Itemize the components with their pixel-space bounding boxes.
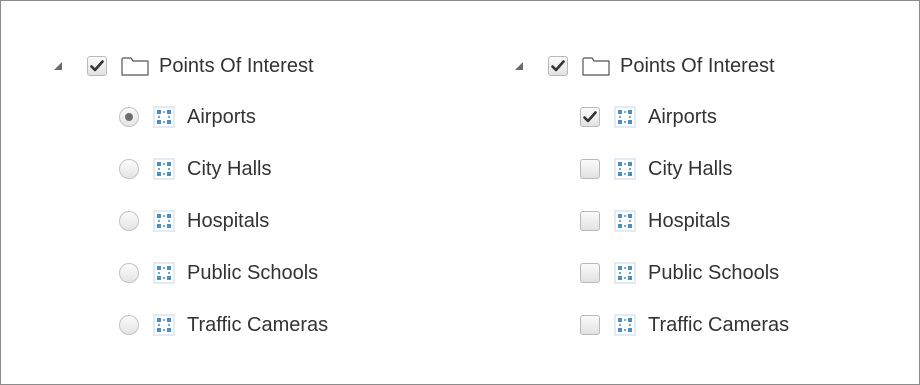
- radio-button[interactable]: [119, 263, 139, 283]
- item-label: City Halls: [187, 158, 272, 180]
- tree-group-points-of-interest: Points Of Interest: [514, 41, 789, 91]
- expanded-triangle-icon[interactable]: [514, 61, 524, 71]
- expanded-triangle-icon[interactable]: [53, 61, 63, 71]
- tree-item-airports[interactable]: Airports: [514, 91, 789, 143]
- item-checkbox[interactable]: [580, 315, 600, 335]
- layer-panel: Points Of Interest Airports City Halls H…: [0, 0, 920, 385]
- tree-item-city-halls[interactable]: City Halls: [53, 143, 328, 195]
- radio-button[interactable]: [119, 211, 139, 231]
- group-label: Points Of Interest: [620, 55, 775, 77]
- tree-item-hospitals[interactable]: Hospitals: [53, 195, 328, 247]
- radio-button[interactable]: [119, 315, 139, 335]
- point-layer-icon: [153, 262, 175, 284]
- tree-group-points-of-interest: Points Of Interest: [53, 41, 328, 91]
- tree-item-airports[interactable]: Airports: [53, 91, 328, 143]
- item-checkbox[interactable]: [580, 211, 600, 231]
- point-layer-icon: [153, 314, 175, 336]
- item-label: Traffic Cameras: [648, 314, 790, 336]
- radio-button[interactable]: [119, 159, 139, 179]
- item-label: Airports: [648, 106, 717, 128]
- item-label: Public Schools: [187, 262, 319, 284]
- radio-button[interactable]: [119, 107, 139, 127]
- point-layer-icon: [614, 106, 636, 128]
- group-checkbox[interactable]: [87, 56, 107, 76]
- item-label: Airports: [187, 106, 256, 128]
- item-checkbox[interactable]: [580, 159, 600, 179]
- tree-item-public-schools[interactable]: Public Schools: [514, 247, 789, 299]
- radio-dot: [125, 113, 133, 121]
- point-layer-icon: [614, 262, 636, 284]
- item-checkbox[interactable]: [580, 107, 600, 127]
- point-layer-icon: [153, 158, 175, 180]
- folder-icon: [121, 56, 149, 76]
- item-label: Hospitals: [648, 210, 731, 232]
- layer-tree-checkbox: Points Of Interest Airports City Halls H…: [514, 41, 789, 351]
- item-label: Hospitals: [187, 210, 270, 232]
- layer-tree-radio: Points Of Interest Airports City Halls H…: [53, 41, 328, 351]
- tree-item-traffic-cameras[interactable]: Traffic Cameras: [514, 299, 789, 351]
- tree-item-hospitals[interactable]: Hospitals: [514, 195, 789, 247]
- tree-item-city-halls[interactable]: City Halls: [514, 143, 789, 195]
- item-label: City Halls: [648, 158, 733, 180]
- folder-icon: [582, 56, 610, 76]
- item-label: Public Schools: [648, 262, 780, 284]
- point-layer-icon: [153, 106, 175, 128]
- point-layer-icon: [614, 158, 636, 180]
- item-checkbox[interactable]: [580, 263, 600, 283]
- group-checkbox[interactable]: [548, 56, 568, 76]
- group-label: Points Of Interest: [159, 55, 314, 77]
- point-layer-icon: [614, 210, 636, 232]
- point-layer-icon: [614, 314, 636, 336]
- point-layer-icon: [153, 210, 175, 232]
- tree-item-traffic-cameras[interactable]: Traffic Cameras: [53, 299, 328, 351]
- item-label: Traffic Cameras: [187, 314, 329, 336]
- tree-item-public-schools[interactable]: Public Schools: [53, 247, 328, 299]
